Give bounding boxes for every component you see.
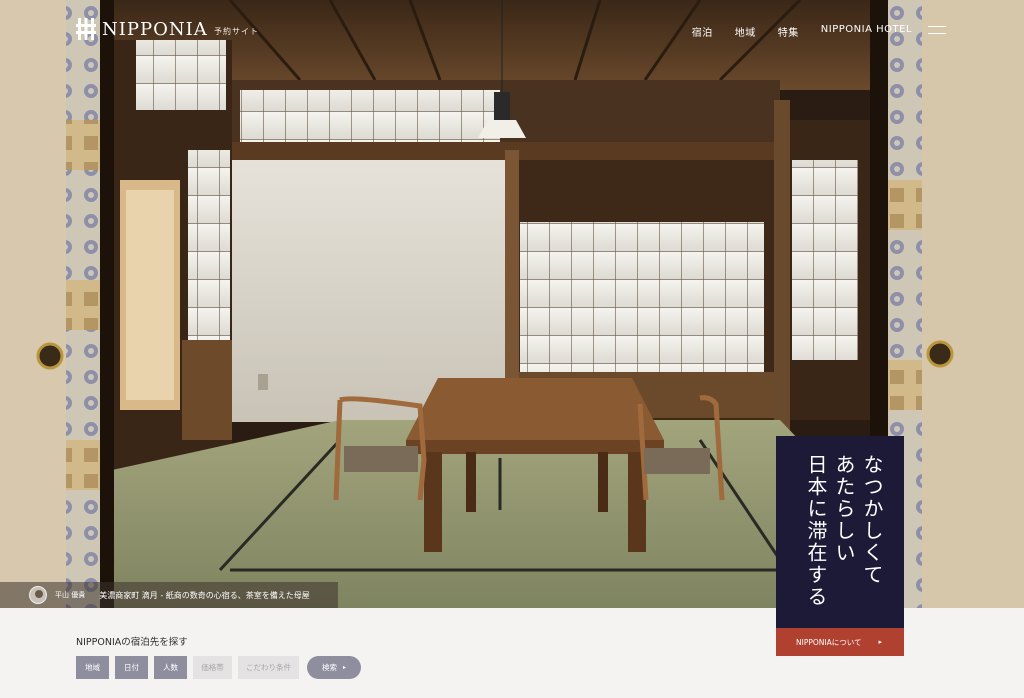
logo-text: NIPPONIA: [102, 18, 208, 40]
photographer-name: 平山 優貴: [55, 591, 86, 599]
tagline-panel: なつかしくて あたらしい 日本に滞在する: [776, 436, 904, 628]
filter-guests[interactable]: 人数: [154, 656, 187, 679]
search-button[interactable]: 検索 ▸: [307, 656, 361, 679]
filter-date[interactable]: 日付: [115, 656, 148, 679]
photo-caption: 平山 優貴 美濃商家町 滴月 - 紙商の数奇の心宿る、茶室を備えた母屋: [0, 582, 338, 608]
search-button-label: 検索: [321, 663, 337, 672]
logo-subtitle: 予約サイト: [214, 27, 259, 36]
logo-mark-icon: [76, 18, 96, 40]
caption-text: 美濃商家町 滴月 - 紙商の数奇の心宿る、茶室を備えた母屋: [99, 590, 310, 600]
nav-item-feature[interactable]: 特集: [778, 24, 799, 39]
filter-region[interactable]: 地域: [76, 656, 109, 679]
main-nav: 宿泊 地域 特集 NIPPONIA HOTEL: [692, 24, 912, 39]
search-filters: 地域 日付 人数 価格帯 こだわり条件: [76, 656, 299, 679]
site-header: NIPPONIA 予約サイト 宿泊 地域 特集 NIPPONIA HOTEL: [0, 0, 1024, 62]
chevron-right-icon: ▸: [342, 664, 346, 671]
about-button[interactable]: NIPPONIAについて ▸: [776, 628, 904, 656]
hamburger-menu-icon[interactable]: [928, 26, 946, 34]
logo[interactable]: NIPPONIA: [76, 18, 208, 40]
about-button-label: NIPPONIAについて: [796, 637, 862, 647]
tagline: なつかしくて あたらしい 日本に滞在する: [804, 454, 884, 608]
nav-item-region[interactable]: 地域: [735, 24, 756, 39]
search-title: NIPPONIAの宿泊先を探す: [76, 637, 188, 648]
filter-conditions[interactable]: こだわり条件: [238, 656, 299, 679]
nav-item-stay[interactable]: 宿泊: [692, 24, 713, 39]
nav-item-hotel[interactable]: NIPPONIA HOTEL: [821, 24, 912, 39]
avatar: [29, 586, 47, 604]
filter-price[interactable]: 価格帯: [193, 656, 232, 679]
chevron-right-icon: ▸: [878, 638, 882, 646]
